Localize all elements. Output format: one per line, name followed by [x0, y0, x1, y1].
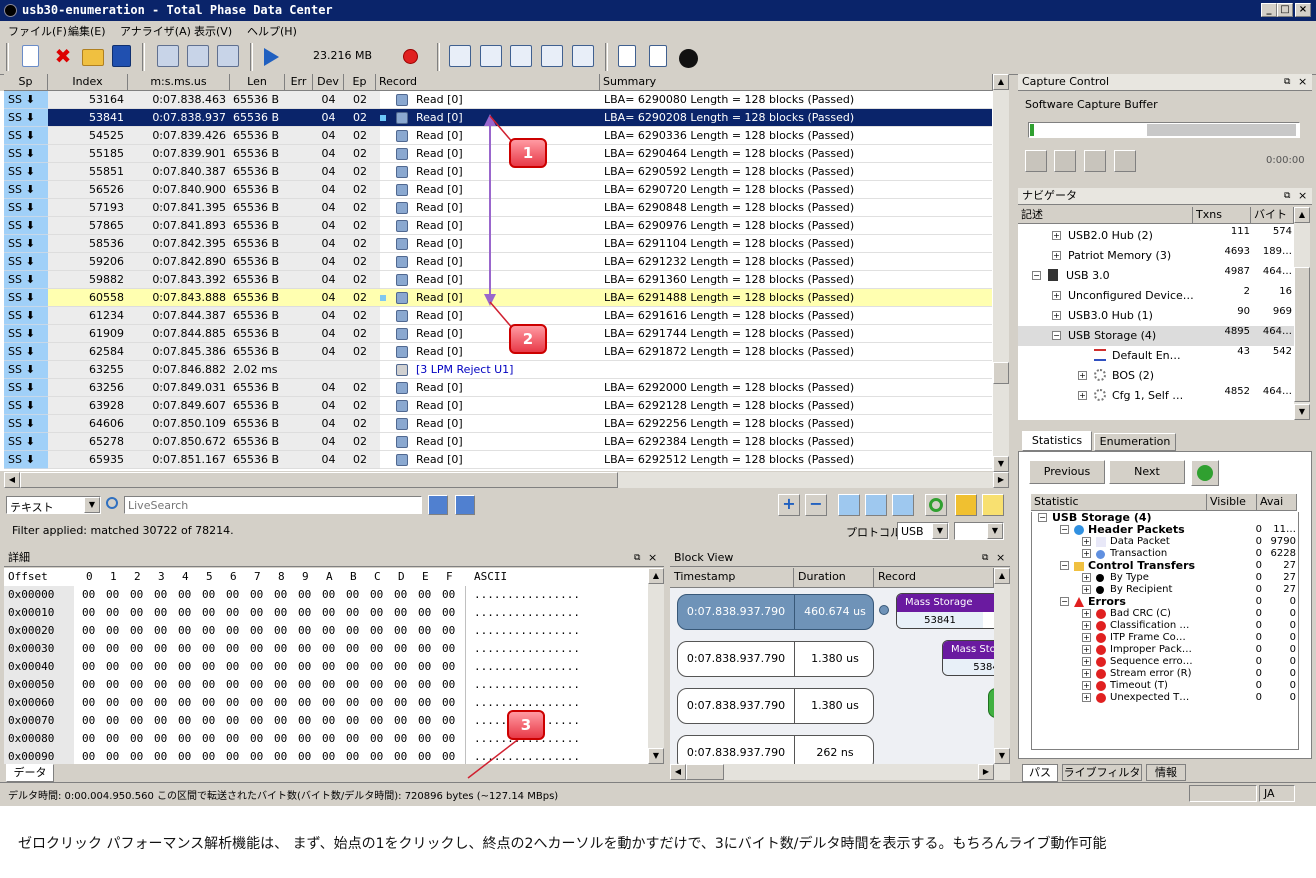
arrow-head-down: [484, 294, 496, 306]
annotation-overlay: [467, 114, 521, 779]
caption: ゼロクリック パフォーマンス解析機能は、 まず、始点の1をクリックし、終点の2へ…: [18, 836, 1107, 852]
callout-1: 1: [509, 138, 547, 168]
app-window: usb30-enumeration - Total Phase Data Cen…: [0, 0, 1316, 806]
callout-line-3: [467, 737, 521, 779]
callout-3: 3: [507, 710, 545, 740]
callout-2: 2: [509, 324, 547, 354]
